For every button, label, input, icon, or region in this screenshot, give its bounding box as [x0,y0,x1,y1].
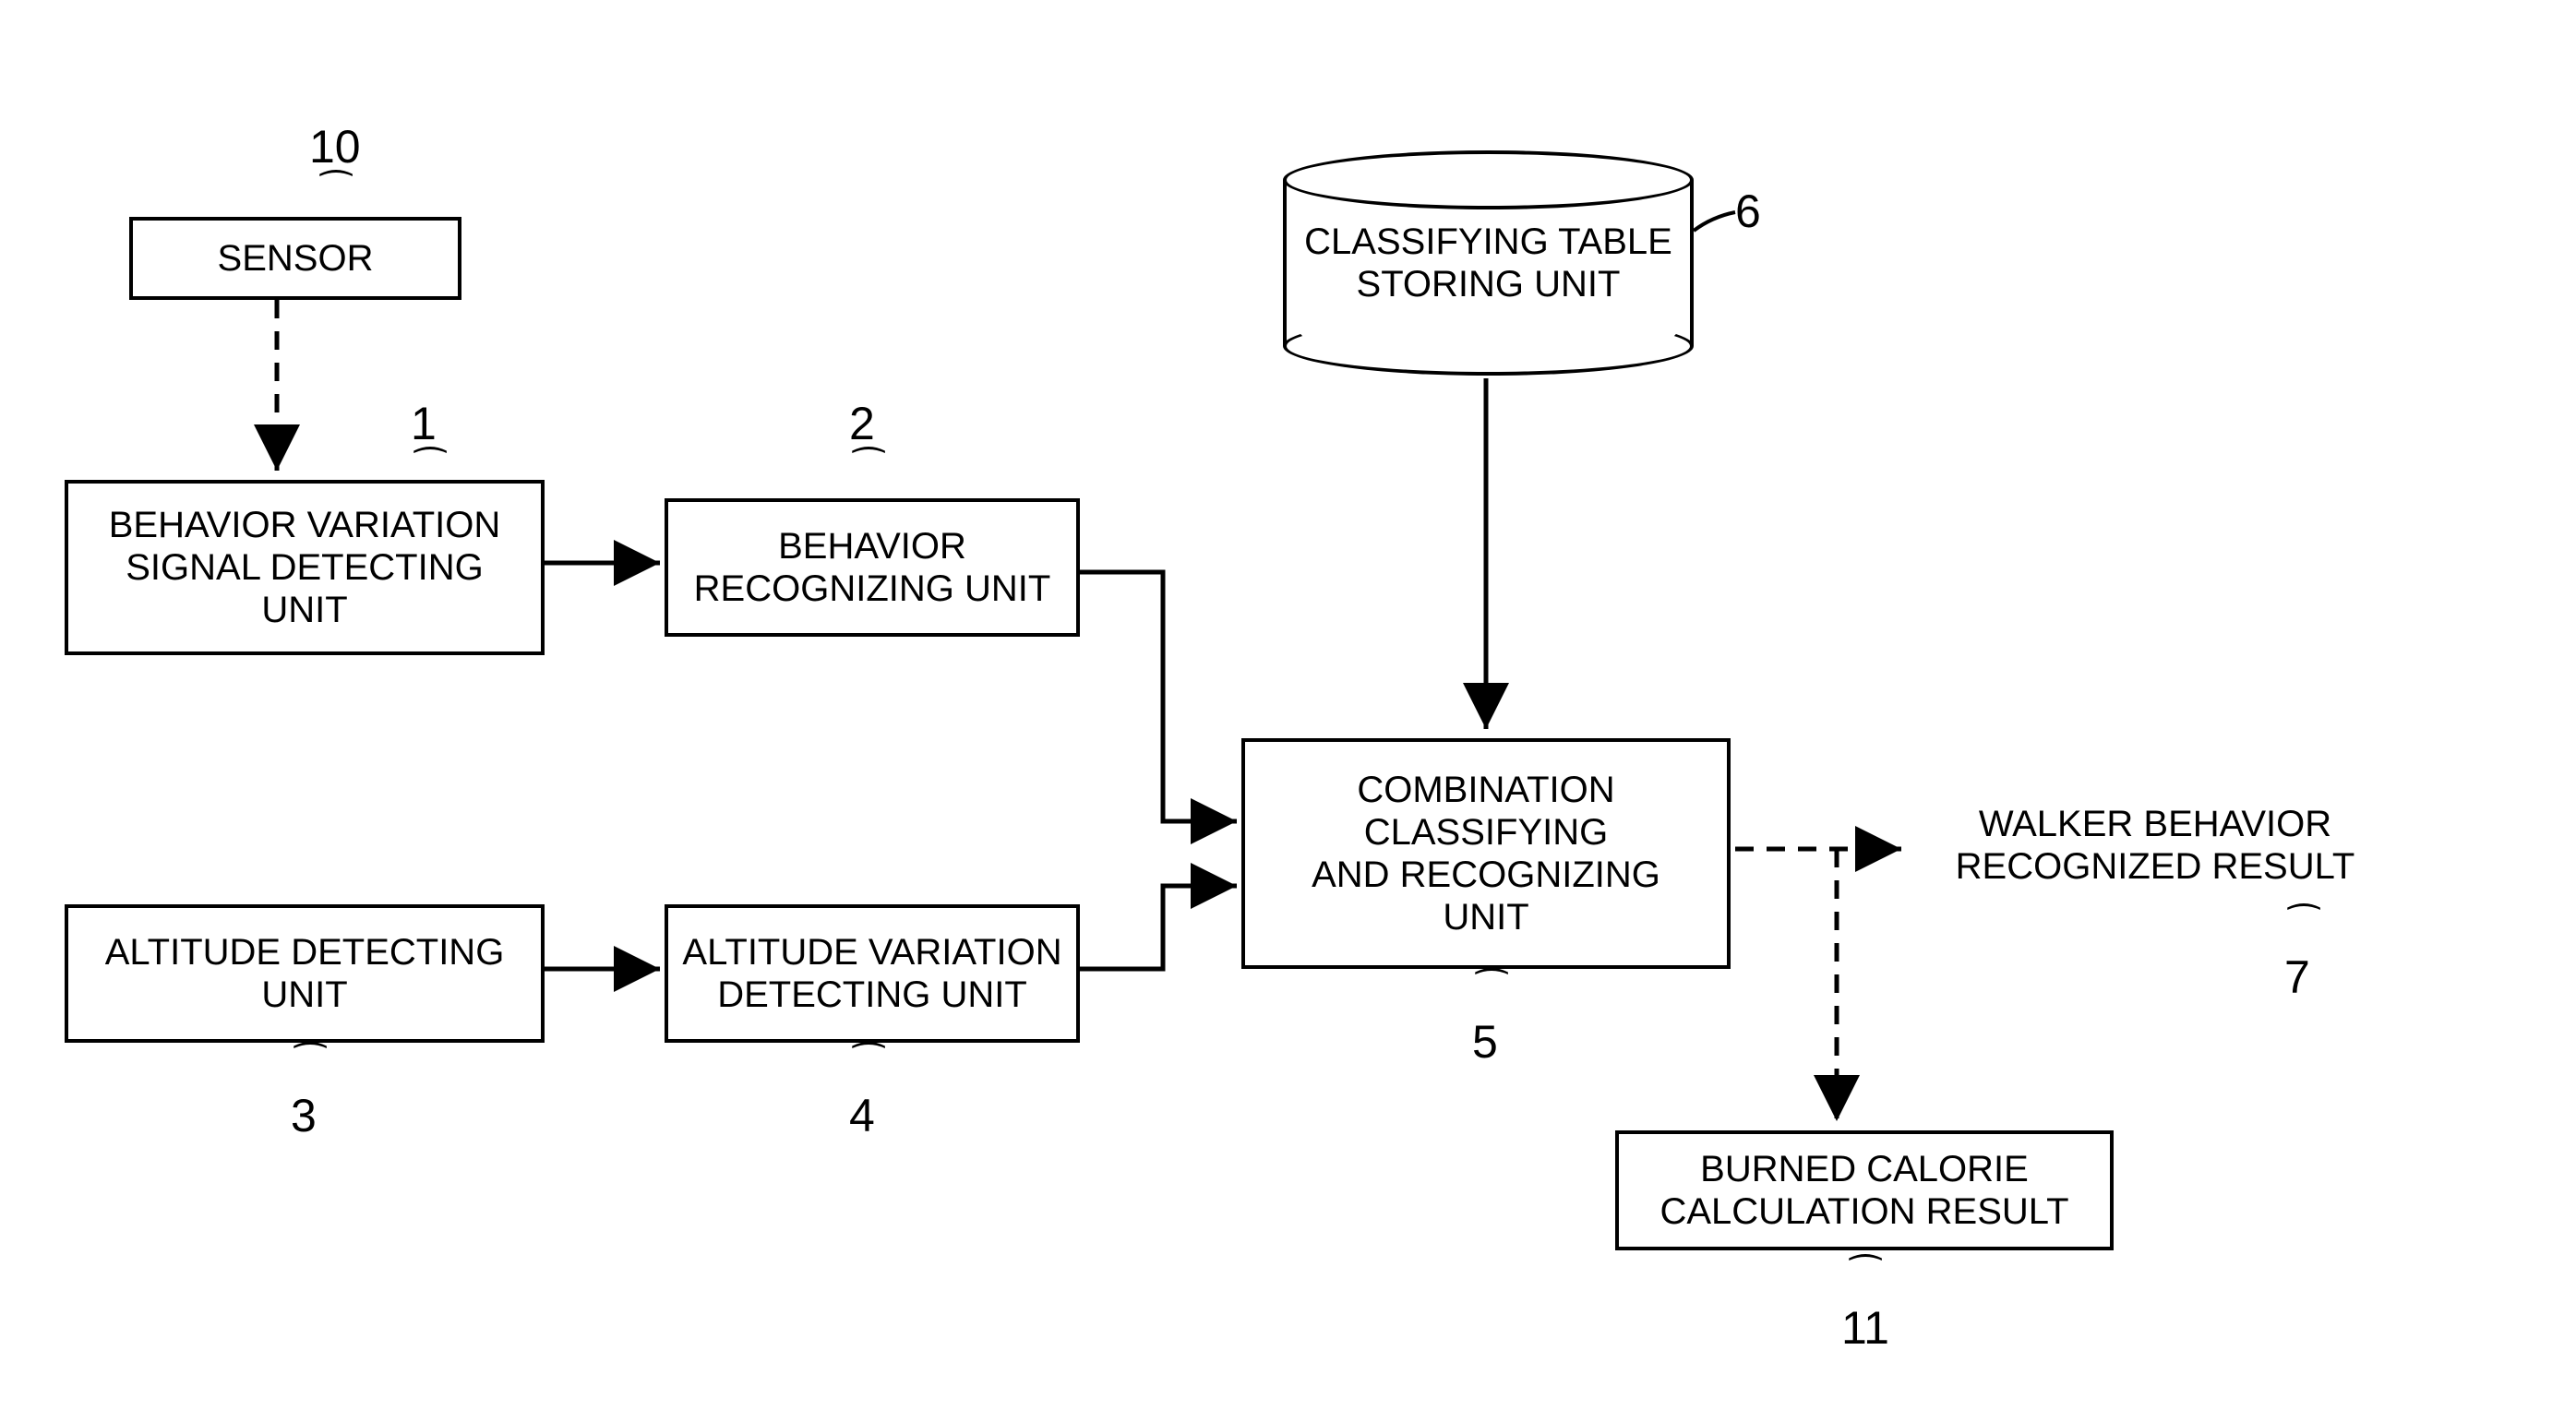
node-calorie: BURNED CALORIECALCULATION RESULT [1615,1130,2114,1250]
tilde-calorie: ⁀ [1851,1255,1880,1297]
node-store-text: CLASSIFYING TABLESTORING UNIT [1304,221,1672,305]
node-bvsd: BEHAVIOR VARIATIONSIGNAL DETECTINGUNIT [65,480,545,655]
node-calorie-text: BURNED CALORIECALCULATION RESULT [1659,1148,2068,1233]
node-result: WALKER BEHAVIORRECOGNIZED RESULT [1911,803,2400,888]
node-combo-text: COMBINATIONCLASSIFYINGAND RECOGNIZINGUNI… [1312,769,1660,938]
label-bvsd-num: 1 [411,397,437,450]
node-altvar: ALTITUDE VARIATIONDETECTING UNIT [665,904,1080,1043]
node-sensor-text: SENSOR [218,237,374,280]
label-calorie-num: 11 [1841,1301,1889,1355]
tilde-combo: ⁀ [1477,969,1506,1011]
label-brec-num: 2 [849,397,875,450]
node-sensor: SENSOR [129,217,461,300]
node-brec: BEHAVIORRECOGNIZING UNIT [665,498,1080,637]
tilde-sensor: ⁀ [321,171,351,213]
tilde-altdet: ⁀ [295,1043,325,1085]
node-altdet: ALTITUDE DETECTINGUNIT [65,904,545,1043]
label-store-num: 6 [1735,185,1761,238]
node-store: CLASSIFYING TABLESTORING UNIT [1283,180,1694,346]
node-altdet-text: ALTITUDE DETECTINGUNIT [105,931,505,1016]
node-brec-text: BEHAVIORRECOGNIZING UNIT [694,525,1051,610]
node-bvsd-text: BEHAVIOR VARIATIONSIGNAL DETECTINGUNIT [109,504,501,631]
label-altvar-num: 4 [849,1089,875,1142]
label-result-num: 7 [2284,950,2310,1004]
node-result-text: WALKER BEHAVIORRECOGNIZED RESULT [1956,804,2355,887]
label-sensor-num: 10 [309,120,361,173]
tilde-bvsd: ⁀ [415,448,445,490]
label-combo-num: 5 [1472,1015,1498,1069]
diagram-canvas: SENSOR 10 ⁀ BEHAVIOR VARIATIONSIGNAL DET… [0,0,2576,1410]
node-combo: COMBINATIONCLASSIFYINGAND RECOGNIZINGUNI… [1241,738,1731,969]
node-altvar-text: ALTITUDE VARIATIONDETECTING UNIT [682,931,1061,1016]
label-altdet-num: 3 [291,1089,317,1142]
tilde-result: ⁀ [2289,904,2318,947]
tilde-brec: ⁀ [854,448,883,490]
tilde-altvar: ⁀ [854,1043,883,1085]
